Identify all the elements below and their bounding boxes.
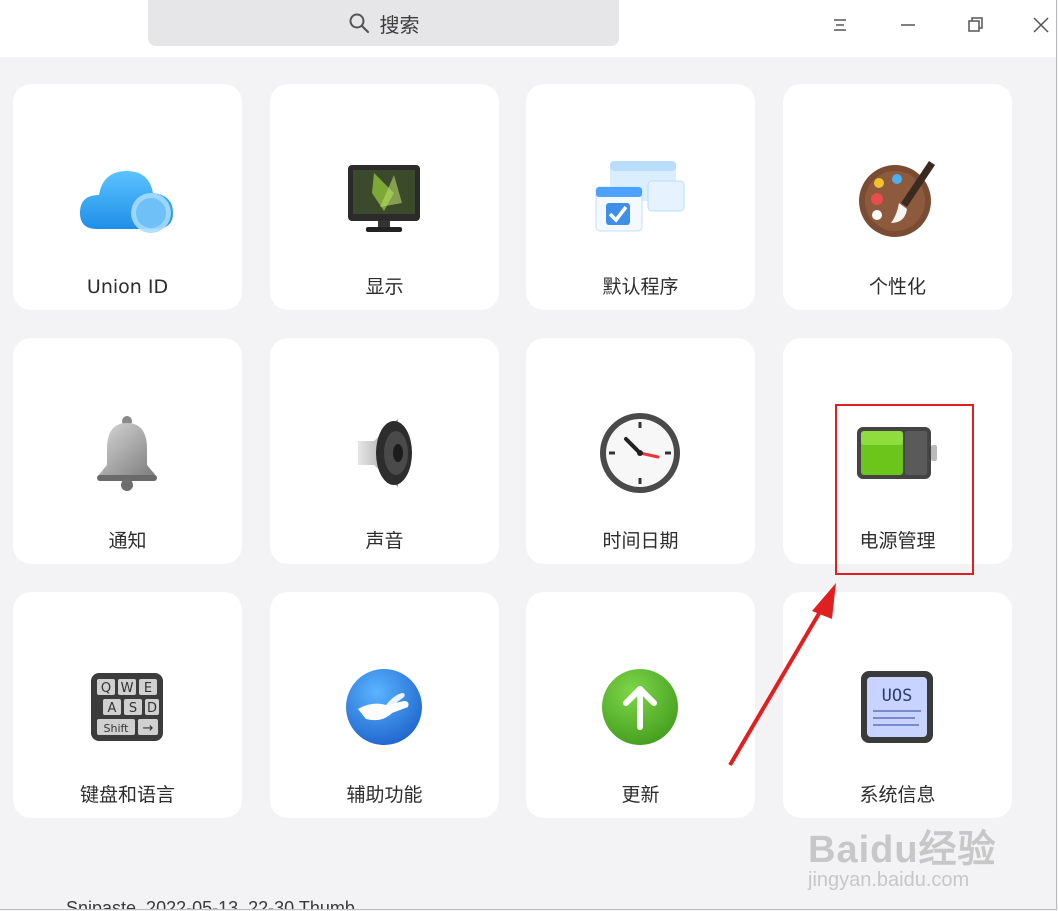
module-label: 显示 <box>365 276 404 298</box>
minimize-button[interactable] <box>890 8 926 42</box>
keyboard-icon: QWE ASD Shift → <box>77 662 177 752</box>
speaker-icon <box>334 408 434 498</box>
svg-text:UOS: UOS <box>882 686 913 706</box>
close-icon <box>1033 17 1049 33</box>
module-sound[interactable]: 声音 <box>270 338 499 564</box>
module-label: Union ID <box>86 276 169 298</box>
watermark-brand: Baidu经验 <box>808 829 997 871</box>
module-label: 键盘和语言 <box>79 784 175 806</box>
titlebar: 搜索 <box>0 0 1056 57</box>
module-label: 声音 <box>365 530 404 552</box>
restore-button[interactable] <box>957 8 993 42</box>
module-label: 个性化 <box>868 276 926 298</box>
svg-text:E: E <box>144 681 152 696</box>
module-keyboard[interactable]: QWE ASD Shift → 键盘和语言 <box>13 592 242 818</box>
search-bar[interactable]: 搜索 <box>148 0 619 46</box>
annotation-arrow-icon <box>728 583 836 767</box>
svg-text:W: W <box>121 681 134 696</box>
module-label: 系统信息 <box>859 784 936 806</box>
svg-text:S: S <box>129 701 137 716</box>
system-info-icon: UOS <box>847 662 947 752</box>
module-union-id[interactable]: Union ID <box>13 84 242 310</box>
restore-icon <box>968 17 983 32</box>
svg-text:→: → <box>143 721 154 736</box>
bottom-caption: Snipaste_2022-05-13_22-30 Thumb <box>66 898 355 910</box>
svg-text:Shift: Shift <box>103 722 129 735</box>
module-accessibility[interactable]: 辅助功能 <box>270 592 499 818</box>
module-label: 通知 <box>108 530 147 552</box>
highlight-box <box>835 404 974 575</box>
svg-text:D: D <box>147 701 157 716</box>
cloud-icon <box>77 154 177 244</box>
monitor-icon <box>334 154 434 244</box>
module-label: 时间日期 <box>602 530 679 552</box>
default-apps-icon <box>590 154 690 244</box>
hand-icon <box>334 662 434 752</box>
search-label: 搜索 <box>379 12 420 37</box>
minimize-icon <box>901 24 915 26</box>
settings-window: 搜索 Union ID 显示 默认程序 个性化 通知 声音 时间日期 电源管理 … <box>0 0 1057 910</box>
svg-text:Q: Q <box>101 681 111 696</box>
watermark: Baidu经验 jingyan.baidu.com <box>808 818 1008 891</box>
module-personalization[interactable]: 个性化 <box>783 84 1012 310</box>
search-icon <box>349 13 369 34</box>
clock-icon <box>590 408 690 498</box>
module-label: 辅助功能 <box>346 784 423 806</box>
close-button[interactable] <box>1023 8 1056 42</box>
module-label: 默认程序 <box>602 276 679 298</box>
module-display[interactable]: 显示 <box>270 84 499 310</box>
palette-icon <box>847 154 947 244</box>
module-datetime[interactable]: 时间日期 <box>526 338 755 564</box>
bell-icon <box>77 408 177 498</box>
update-arrow-icon <box>590 662 690 752</box>
module-label: 更新 <box>621 784 660 806</box>
menu-button[interactable] <box>822 8 858 42</box>
module-notification[interactable]: 通知 <box>13 338 242 564</box>
svg-text:A: A <box>108 701 117 716</box>
module-default-apps[interactable]: 默认程序 <box>526 84 755 310</box>
menu-icon <box>834 19 846 31</box>
